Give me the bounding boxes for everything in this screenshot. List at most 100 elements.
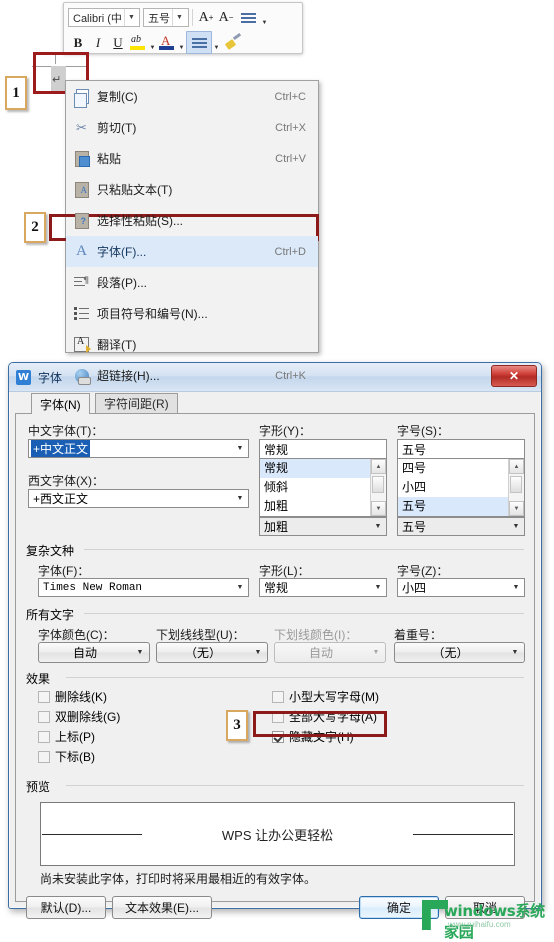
checkbox-label: 上标(P) (55, 730, 95, 744)
checkbox-strikethrough[interactable]: 删除线(K) (38, 688, 107, 705)
menu-item-translate[interactable]: 翻译(T) (66, 329, 318, 360)
font-dialog: W 字体 ✕ 字体(N) 字符间距(R) 中文字体(T)： +中文正文 ▼ 西文… (8, 362, 542, 919)
checkbox-superscript[interactable]: 上标(P) (38, 728, 95, 745)
menu-item-shortcut: Ctrl+X (275, 121, 306, 134)
underline-color-dropdown: 自动 ▼ (274, 642, 386, 663)
western-font-combo[interactable]: +西文正文 ▼ (28, 489, 249, 508)
western-size-value: 五号 (402, 520, 427, 534)
tab-character-spacing[interactable]: 字符间距(R) (95, 393, 178, 413)
style-input[interactable]: 常规 (259, 439, 387, 458)
chinese-font-combo[interactable]: +中文正文 ▼ (28, 439, 249, 458)
scroll-up-icon[interactable]: ▲ (509, 459, 524, 474)
default-button[interactable]: 默认(D)... (26, 896, 106, 919)
size-input[interactable]: 五号 (397, 439, 525, 458)
menu-item-paste-text-only[interactable]: 只粘贴文本(T) (66, 174, 318, 205)
tab-font[interactable]: 字体(N) (31, 393, 90, 414)
shrink-font-button[interactable]: A − (216, 7, 236, 28)
listbox-option[interactable]: 四号 (398, 459, 524, 478)
scroll-up-icon[interactable]: ▲ (371, 459, 386, 474)
western-size-combo[interactable]: 五号 ▼ (397, 517, 525, 536)
complex-font-combo[interactable]: Times New Roman ▼ (38, 578, 249, 597)
menu-item-bullets-numbering[interactable]: 项目符号和编号(N)... (66, 298, 318, 329)
group-divider (84, 613, 524, 614)
complex-style-label: 字形(L)： (259, 564, 310, 578)
complex-script-group-label: 复杂文种 (26, 542, 79, 559)
chevron-down-icon: ▼ (254, 649, 262, 656)
annotation-step-3: 3 (226, 710, 248, 741)
menu-item-paragraph[interactable]: ¶ 段落(P)... (66, 267, 318, 298)
western-style-value: 加粗 (264, 520, 289, 534)
checkbox-double-strikethrough[interactable]: 双删除线(G) (38, 708, 120, 725)
chevron-down-icon: ▼ (374, 584, 382, 591)
menu-item-label: 翻译(T) (97, 338, 137, 352)
chevron-down-icon[interactable]: ▼ (177, 30, 186, 56)
font-name-combo[interactable]: Calibri (中 ▼ (68, 8, 140, 27)
menu-item-label: 超链接(H)... (97, 369, 160, 383)
complex-font-value: Times New Roman (43, 581, 143, 594)
chevron-down-icon[interactable]: ▼ (260, 5, 269, 31)
menu-item-label: 项目符号和编号(N)... (97, 307, 208, 321)
menu-item-hyperlink[interactable]: 超链接(H)... Ctrl+K (66, 360, 318, 391)
line-spacing-button[interactable] (236, 7, 260, 28)
hyperlink-icon (66, 368, 97, 385)
bold-button[interactable]: B (68, 32, 88, 53)
chevron-down-icon: ▼ (123, 9, 138, 26)
grow-font-button[interactable]: A + (196, 7, 216, 28)
checkbox-small-caps[interactable]: 小型大写字母(M) (272, 688, 379, 705)
menu-item-font[interactable]: A 字体(F)... Ctrl+D (66, 236, 318, 267)
western-style-combo[interactable]: 加粗 ▼ (259, 517, 387, 536)
format-painter-button[interactable] (221, 32, 245, 53)
checkbox-box (38, 710, 50, 723)
font-color-button[interactable]: A (157, 32, 177, 53)
complex-size-combo[interactable]: 小四 ▼ (397, 578, 525, 597)
scrollbar-thumb[interactable] (372, 476, 384, 493)
context-menu: 复制(C) Ctrl+C ✂ 剪切(T) Ctrl+X 粘贴 Ctrl+V 只粘… (65, 80, 319, 385)
menu-item-copy[interactable]: 复制(C) Ctrl+C (66, 81, 318, 112)
italic-button[interactable]: I (88, 32, 108, 53)
listbox-option[interactable]: 加粗 (260, 497, 386, 516)
checkbox-label: 删除线(K) (55, 690, 107, 704)
western-font-value: +西文正文 (33, 492, 89, 506)
menu-item-label: 粘贴 (97, 152, 122, 166)
align-button[interactable] (186, 31, 212, 54)
font-color-dropdown[interactable]: 自动 ▼ (38, 642, 150, 663)
toolbar-divider (192, 9, 193, 26)
checkbox-label: 下标(B) (55, 750, 95, 764)
checkbox-label: 双删除线(G) (55, 710, 121, 724)
size-listbox[interactable]: 四号 小四 五号 ▲ ▼ (397, 458, 525, 517)
emphasis-dropdown[interactable]: （无） ▼ (394, 642, 525, 663)
chevron-down-icon[interactable]: ▼ (148, 30, 157, 56)
scroll-down-icon[interactable]: ▼ (509, 501, 524, 516)
underline-style-dropdown[interactable]: （无） ▼ (156, 642, 268, 663)
listbox-option[interactable]: 小四 (398, 478, 524, 497)
size-value: 五号 (402, 442, 427, 457)
checkbox-box (38, 750, 50, 763)
menu-item-paste[interactable]: 粘贴 Ctrl+V (66, 143, 318, 174)
complex-font-label: 字体(F)： (38, 564, 90, 578)
underline-button[interactable]: U (108, 32, 128, 53)
size-listbox-scrollbar[interactable]: ▲ ▼ (508, 459, 524, 516)
text-highlight-button[interactable]: ab (128, 32, 148, 53)
menu-item-paste-special[interactable]: 选择性粘贴(S)... (66, 205, 318, 236)
menu-item-label: 复制(C) (97, 90, 138, 104)
dialog-title: 字体 (38, 370, 63, 385)
annotation-step-1: 1 (5, 76, 27, 110)
listbox-option[interactable]: 倾斜 (260, 478, 386, 497)
font-size-combo[interactable]: 五号 ▼ (143, 8, 189, 27)
menu-item-cut[interactable]: ✂ 剪切(T) Ctrl+X (66, 112, 318, 143)
checkbox-subscript[interactable]: 下标(B) (38, 748, 95, 765)
listbox-option[interactable]: 五号 (398, 497, 524, 516)
scroll-down-icon[interactable]: ▼ (371, 501, 386, 516)
close-icon[interactable]: ✕ (491, 365, 537, 387)
chevron-down-icon[interactable]: ▼ (212, 30, 221, 56)
text-effects-button[interactable]: 文本效果(E)... (112, 896, 212, 919)
chevron-down-icon: ▼ (512, 523, 520, 530)
paste-icon (66, 150, 97, 167)
style-listbox[interactable]: 常规 倾斜 加粗 ▲ ▼ (259, 458, 387, 517)
effects-group-label: 效果 (26, 670, 55, 687)
scrollbar-thumb[interactable] (510, 476, 522, 493)
style-listbox-scrollbar[interactable]: ▲ ▼ (370, 459, 386, 516)
listbox-option[interactable]: 常规 (260, 459, 386, 478)
checkbox-box (38, 690, 50, 703)
complex-style-combo[interactable]: 常规 ▼ (259, 578, 387, 597)
